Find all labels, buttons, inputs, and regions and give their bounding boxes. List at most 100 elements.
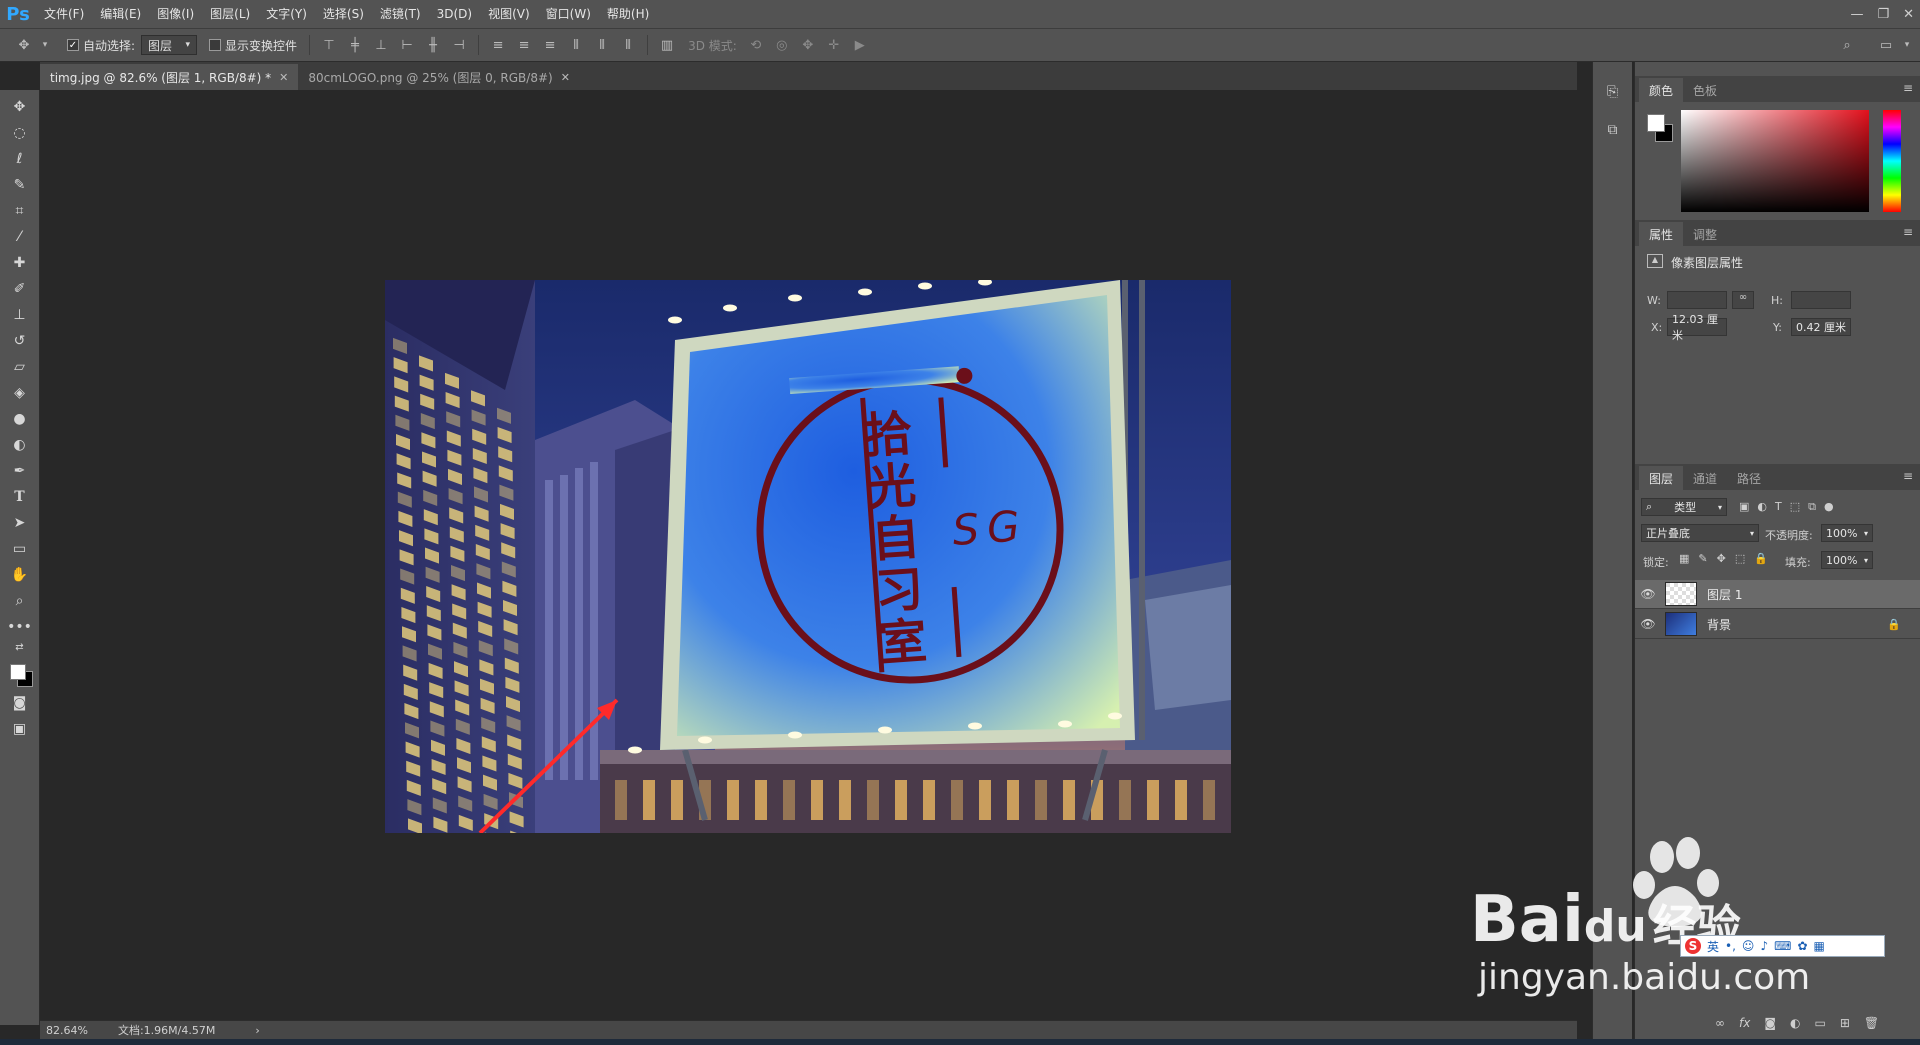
- canvas-area[interactable]: 拾 光 自 习 室 SG: [40, 90, 1577, 1020]
- distribute-vcenter-icon[interactable]: ≡: [514, 35, 534, 55]
- lock-artboard-icon[interactable]: ⬚: [1735, 552, 1745, 565]
- auto-select-checkbox[interactable]: ✓: [67, 39, 79, 51]
- new-group-icon[interactable]: ▭: [1814, 1016, 1825, 1030]
- tab-swatches[interactable]: 色板: [1683, 78, 1727, 102]
- camera-3d-icon[interactable]: ▶: [850, 35, 870, 55]
- history-panel-icon[interactable]: ⎘: [1601, 80, 1625, 104]
- slide-3d-icon[interactable]: ✛: [824, 35, 844, 55]
- align-vcenter-icon[interactable]: ╪: [345, 35, 365, 55]
- brush-tool-icon[interactable]: ✐: [6, 276, 34, 302]
- align-bottom-icon[interactable]: ⊥: [371, 35, 391, 55]
- clone-stamp-tool-icon[interactable]: ⊥: [6, 302, 34, 328]
- swap-colors-icon[interactable]: ⇄: [6, 640, 34, 654]
- opacity-input[interactable]: 100% ▾: [1821, 524, 1873, 542]
- filter-type-icon[interactable]: T: [1775, 500, 1782, 514]
- more-tools-icon[interactable]: •••: [6, 614, 34, 640]
- close-icon[interactable]: ✕: [1903, 7, 1914, 22]
- menu-layer[interactable]: 图层(L): [202, 0, 258, 28]
- filter-adjustment-icon[interactable]: ◐: [1757, 500, 1767, 514]
- color-picker-field[interactable]: [1681, 110, 1869, 212]
- eye-icon[interactable]: 👁: [1635, 617, 1661, 631]
- search-icon[interactable]: ⌕: [1837, 35, 1857, 55]
- distribute-bottom-icon[interactable]: ≡: [540, 35, 560, 55]
- lock-all-icon[interactable]: 🔒: [1754, 552, 1768, 565]
- blend-mode-dropdown[interactable]: 正片叠底 ▾: [1641, 524, 1759, 542]
- link-icon[interactable]: ∞: [1732, 291, 1754, 309]
- menu-window[interactable]: 窗口(W): [538, 0, 599, 28]
- align-hcenter-icon[interactable]: ╫: [423, 35, 443, 55]
- rectangle-tool-icon[interactable]: ▭: [6, 536, 34, 562]
- distribute-hcenter-icon[interactable]: ⦀: [592, 35, 612, 55]
- healing-brush-tool-icon[interactable]: ✚: [6, 250, 34, 276]
- color-swatches[interactable]: [6, 660, 34, 690]
- chevron-down-icon[interactable]: ▾: [1902, 35, 1912, 55]
- x-input[interactable]: 12.03 厘米: [1667, 313, 1727, 342]
- tab-adjustments[interactable]: 调整: [1683, 222, 1727, 246]
- pan-3d-icon[interactable]: ✥: [798, 35, 818, 55]
- lasso-tool-icon[interactable]: ℓ: [6, 146, 34, 172]
- close-icon[interactable]: ✕: [561, 71, 570, 84]
- menu-image[interactable]: 图像(I): [149, 0, 202, 28]
- lock-pixels-icon[interactable]: ✎: [1698, 552, 1707, 565]
- zoom-tool-icon[interactable]: ⌕: [6, 588, 34, 614]
- filter-toggle-icon[interactable]: ●: [1824, 500, 1834, 514]
- lock-transparent-icon[interactable]: ▦: [1679, 552, 1689, 565]
- y-input[interactable]: 0.42 厘米: [1791, 318, 1851, 336]
- lock-position-icon[interactable]: ✥: [1717, 552, 1726, 565]
- roll-3d-icon[interactable]: ◎: [772, 35, 792, 55]
- layer-row-layer1[interactable]: 👁 图层 1: [1635, 580, 1920, 609]
- orbit-3d-icon[interactable]: ⟲: [746, 35, 766, 55]
- tab-timg[interactable]: timg.jpg @ 82.6% (图层 1, RGB/8#) * ✕: [40, 64, 299, 90]
- quick-select-tool-icon[interactable]: ✎: [6, 172, 34, 198]
- blur-tool-icon[interactable]: ●: [6, 406, 34, 432]
- filter-shape-icon[interactable]: ⬚: [1790, 500, 1800, 514]
- type-tool-icon[interactable]: T: [6, 484, 34, 510]
- auto-align-icon[interactable]: ▥: [657, 35, 677, 55]
- crop-tool-icon[interactable]: ⌗: [6, 198, 34, 224]
- panel-menu-icon[interactable]: ≡: [1903, 469, 1913, 483]
- tool-preset-chevron-icon[interactable]: ▾: [40, 35, 50, 55]
- menu-help[interactable]: 帮助(H): [599, 0, 657, 28]
- path-select-tool-icon[interactable]: ➤: [6, 510, 34, 536]
- tab-channels[interactable]: 通道: [1683, 466, 1727, 490]
- filter-pixel-icon[interactable]: ▣: [1739, 500, 1749, 514]
- tab-properties[interactable]: 属性: [1639, 222, 1684, 246]
- restore-icon[interactable]: ❐: [1877, 7, 1889, 22]
- menu-edit[interactable]: 编辑(E): [92, 0, 149, 28]
- panel-menu-icon[interactable]: ≡: [1903, 225, 1913, 239]
- eraser-tool-icon[interactable]: ▱: [6, 354, 34, 380]
- layer-row-background[interactable]: 👁 背景 🔒: [1635, 610, 1920, 639]
- quick-mask-icon[interactable]: ◙: [6, 690, 34, 716]
- history-brush-tool-icon[interactable]: ↺: [6, 328, 34, 354]
- screen-mode-icon[interactable]: ▣: [6, 716, 34, 742]
- pen-tool-icon[interactable]: ✒: [6, 458, 34, 484]
- marquee-tool-icon[interactable]: ◌: [6, 120, 34, 146]
- adjustment-layer-icon[interactable]: ◐: [1790, 1016, 1800, 1030]
- distribute-right-icon[interactable]: ⦀: [618, 35, 638, 55]
- auto-select-dropdown[interactable]: 图层 ▾: [141, 35, 198, 55]
- eyedropper-tool-icon[interactable]: ⁄: [6, 224, 34, 250]
- menu-filter[interactable]: 滤镜(T): [372, 0, 429, 28]
- distribute-top-icon[interactable]: ≡: [488, 35, 508, 55]
- align-top-icon[interactable]: ⊤: [319, 35, 339, 55]
- panel-menu-icon[interactable]: ≡: [1903, 81, 1913, 95]
- hand-tool-icon[interactable]: ✋: [6, 562, 34, 588]
- document-image[interactable]: 拾 光 自 习 室 SG: [385, 280, 1231, 833]
- minimize-icon[interactable]: —: [1850, 7, 1863, 22]
- actions-panel-icon[interactable]: ⧉: [1601, 118, 1625, 142]
- width-input[interactable]: [1667, 291, 1727, 309]
- menu-type[interactable]: 文字(Y): [258, 0, 315, 28]
- menu-select[interactable]: 选择(S): [315, 0, 372, 28]
- tab-80cmlogo[interactable]: 80cmLOGO.png @ 25% (图层 0, RGB/8#) ✕: [298, 64, 580, 90]
- trash-icon[interactable]: 🗑: [1864, 1016, 1879, 1030]
- menu-3d[interactable]: 3D(D): [429, 0, 480, 28]
- fx-icon[interactable]: fx: [1739, 1016, 1750, 1030]
- zoom-level[interactable]: 82.64%: [46, 1024, 88, 1037]
- link-layers-icon[interactable]: ∞: [1715, 1016, 1725, 1030]
- new-layer-icon[interactable]: ⊞: [1840, 1016, 1850, 1030]
- move-tool-icon[interactable]: ✥: [6, 94, 34, 120]
- tab-layers[interactable]: 图层: [1639, 466, 1684, 490]
- move-tool-icon[interactable]: ✥: [14, 35, 34, 55]
- dodge-tool-icon[interactable]: ◐: [6, 432, 34, 458]
- close-icon[interactable]: ✕: [279, 71, 288, 84]
